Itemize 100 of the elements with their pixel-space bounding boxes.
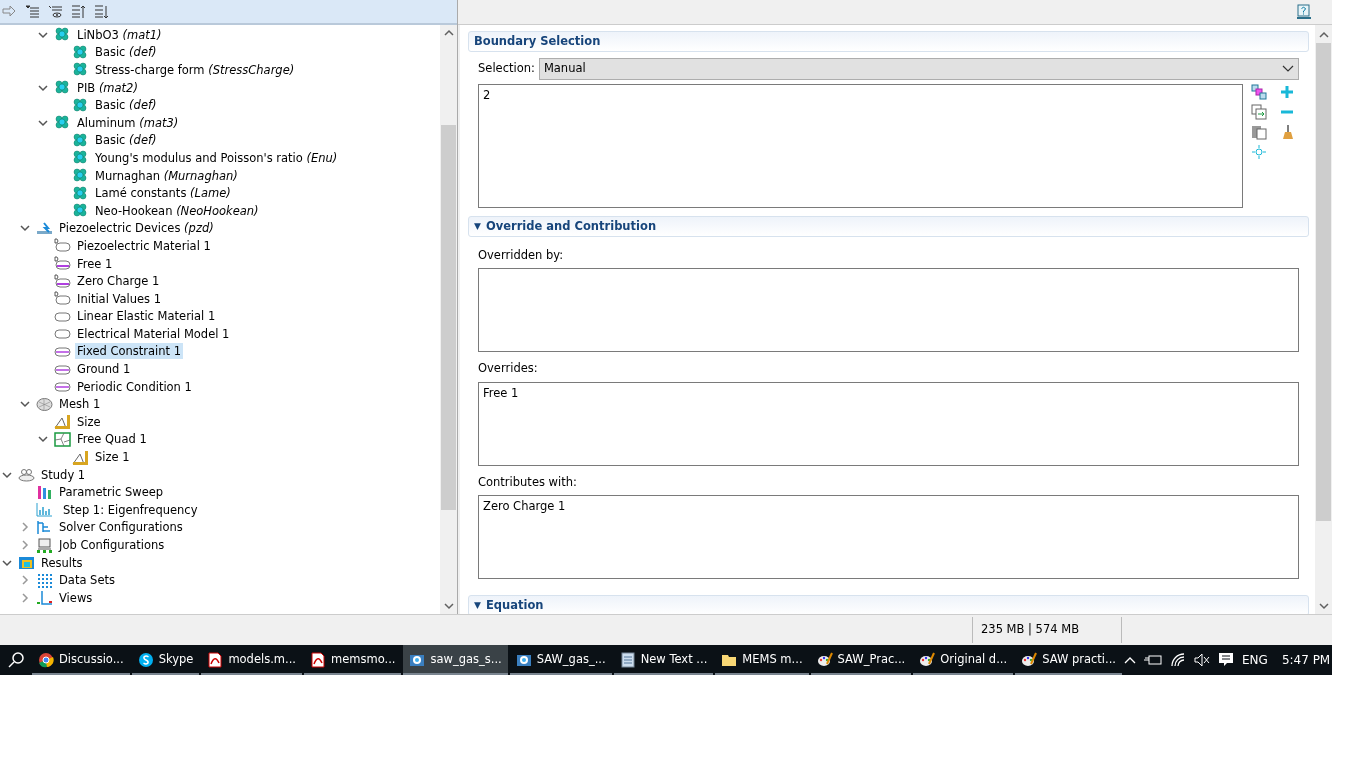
tree-item[interactable]: Stress-charge form (StressCharge) xyxy=(93,62,297,78)
pdf-document-icon xyxy=(310,652,326,668)
molecule-icon xyxy=(72,132,89,148)
selection-squares-icon[interactable] xyxy=(1251,84,1267,100)
wifi-icon[interactable] xyxy=(1170,653,1186,667)
results-folder-icon xyxy=(18,555,35,571)
tree-item[interactable]: Views xyxy=(57,589,95,606)
tree-item[interactable]: PIB (mat2) xyxy=(75,79,140,96)
section-title: Boundary Selection xyxy=(474,32,601,50)
paint-palette-icon xyxy=(816,652,833,668)
section-header[interactable]: Boundary Selection xyxy=(468,31,1309,52)
search-icon[interactable] xyxy=(8,652,24,668)
help-icon[interactable] xyxy=(1296,4,1312,20)
section-header[interactable]: ▼ Override and Contribution xyxy=(468,216,1309,237)
battery-plug-icon[interactable] xyxy=(1144,654,1162,666)
taskbar-app[interactable]: SAW_Prac... xyxy=(810,645,912,675)
browser-icon xyxy=(38,652,54,668)
speaker-muted-icon[interactable] xyxy=(1194,653,1210,667)
node-icon xyxy=(54,238,71,254)
chevron-up-icon[interactable] xyxy=(1124,656,1136,664)
molecule-icon xyxy=(72,97,89,113)
tree-item[interactable]: Size 1 xyxy=(93,449,132,466)
section-header[interactable]: ▼ Equation xyxy=(468,594,1309,614)
field-label: Selection: xyxy=(478,60,535,78)
field-label: Overridden by: xyxy=(478,247,565,264)
forward-arrow-icon[interactable] xyxy=(2,4,17,19)
tree-item[interactable]: Results xyxy=(39,554,85,571)
tree-item[interactable]: Data Sets xyxy=(57,572,117,589)
taskbar-app[interactable]: New Text ... xyxy=(613,645,714,675)
molecule-icon xyxy=(54,80,71,96)
selection-list[interactable]: 2 xyxy=(478,84,1243,208)
dropdown-caret-icon xyxy=(1282,65,1294,73)
tree-item[interactable]: Job Configurations xyxy=(57,537,167,553)
tree-item[interactable]: Zero Charge 1 xyxy=(75,273,162,290)
taskbar-app[interactable]: saw_gas_s... xyxy=(403,645,508,675)
computer-network-icon xyxy=(36,537,53,553)
list-expand-icon[interactable] xyxy=(25,4,40,19)
taskbar-app[interactable]: Original d... xyxy=(913,645,1014,675)
study-icon xyxy=(18,467,35,483)
tree-item[interactable]: Basic (def) xyxy=(93,44,159,61)
tree-item[interactable]: Piezoelectric Material 1 xyxy=(75,237,213,254)
tree-item[interactable]: Fixed Constraint 1 xyxy=(75,343,184,360)
notepad-icon xyxy=(619,652,636,668)
tree-item[interactable]: Initial Values 1 xyxy=(75,290,164,307)
tree-item[interactable]: Parametric Sweep xyxy=(57,484,166,501)
language-indicator[interactable]: ENG xyxy=(1242,651,1268,669)
paste-icon[interactable] xyxy=(1251,124,1267,140)
tree-item[interactable]: Size xyxy=(75,413,103,430)
selection-dropdown[interactable]: Manual xyxy=(538,58,1299,80)
taskbar-app[interactable]: SAW_gas_... xyxy=(509,645,612,675)
tree-item[interactable]: Piezoelectric Devices (pzd) xyxy=(57,220,216,237)
tree-item[interactable]: Basic (def) xyxy=(93,132,159,149)
tree-item[interactable]: LiNbO3 (mat1) xyxy=(75,26,164,43)
tree-item[interactable]: Basic (def) xyxy=(93,97,159,114)
tree-item[interactable]: Electrical Material Model 1 xyxy=(75,325,232,342)
list-view-icon[interactable] xyxy=(48,4,63,19)
tree-item[interactable]: Ground 1 xyxy=(75,361,133,378)
sweep-bars-icon xyxy=(36,484,53,500)
list-box[interactable] xyxy=(478,268,1299,353)
tree-item[interactable]: Periodic Condition 1 xyxy=(75,378,194,395)
boundary-node-icon xyxy=(54,256,71,271)
scrollbar-thumb[interactable] xyxy=(441,125,456,510)
tree-item[interactable]: Young's modulus and Poisson's ratio (Enu) xyxy=(93,149,340,166)
memory-usage: 235 MB | 574 MB xyxy=(981,621,1080,639)
tree-item[interactable]: Study 1 xyxy=(39,466,88,483)
boundary-node-icon xyxy=(54,273,71,289)
boundary-node-icon xyxy=(54,344,71,359)
list-box[interactable]: Zero Charge 1 xyxy=(478,494,1299,579)
clock-time[interactable]: 5:47 PM xyxy=(1281,651,1331,669)
tree-item[interactable]: Neo-Hookean (NeoHookean) xyxy=(93,202,261,219)
field-label: Contributes with: xyxy=(478,473,578,491)
tree-item[interactable]: Mesh 1 xyxy=(57,396,103,413)
tree-item[interactable]: Step 1: Eigenfrequency xyxy=(61,501,200,518)
tree-item[interactable]: Solver Configurations xyxy=(57,519,185,536)
taskbar-app[interactable]: memsmo... xyxy=(304,645,402,675)
tree-item[interactable]: Murnaghan (Murnaghan) xyxy=(93,167,240,184)
tree-item[interactable]: Lamé constants (Lame) xyxy=(93,185,233,202)
taskbar-app[interactable]: MEMS m... xyxy=(715,645,809,675)
molecule-icon xyxy=(72,44,89,60)
app-window-icon xyxy=(409,652,426,668)
list-box[interactable]: Free 1 xyxy=(478,381,1299,466)
tree-item[interactable]: Linear Elastic Material 1 xyxy=(75,308,218,325)
domain-node-icon xyxy=(54,326,71,342)
section-title: Override and Contribution xyxy=(485,217,657,235)
notification-icon[interactable] xyxy=(1218,652,1234,668)
sort-down-icon[interactable] xyxy=(94,4,109,19)
scrollbar-thumb[interactable] xyxy=(1316,43,1331,521)
taskbar-app[interactable]: SAW practi... xyxy=(1015,645,1122,675)
taskbar-app[interactable]: models.m... xyxy=(201,645,302,675)
copy-arrow-icon[interactable] xyxy=(1251,104,1267,120)
tree-item[interactable]: Free Quad 1 xyxy=(75,431,149,448)
taskbar-app[interactable]: Discussio... xyxy=(32,645,130,675)
folder-icon xyxy=(721,652,738,668)
tree-item[interactable]: Free 1 xyxy=(75,255,115,272)
tree-item[interactable]: Aluminum (mat3) xyxy=(75,114,181,131)
app-window-icon xyxy=(515,652,532,668)
sort-up-icon[interactable] xyxy=(71,4,86,19)
molecule-icon xyxy=(72,62,89,78)
axes-icon xyxy=(36,590,53,606)
taskbar-app[interactable]: Skype xyxy=(131,645,200,675)
